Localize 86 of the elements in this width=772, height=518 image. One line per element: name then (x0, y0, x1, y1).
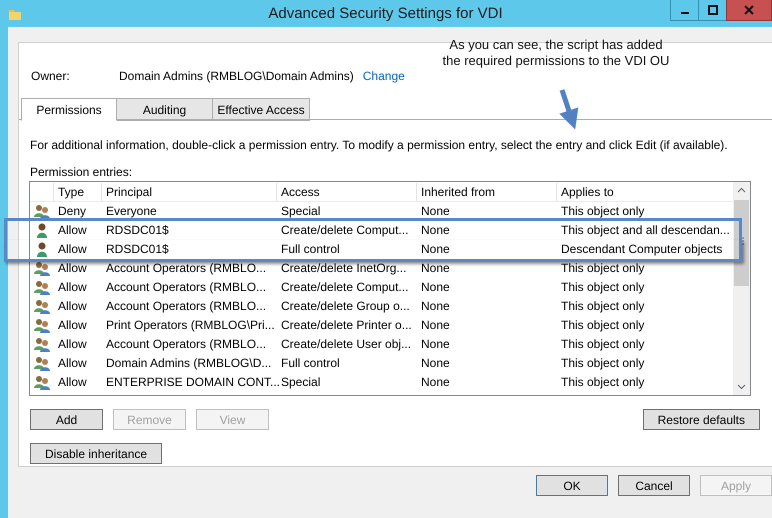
table-cell-text: None (420, 260, 451, 277)
annotation-text: As you can see, the script has added the required permissions to the VDI OU (442, 37, 670, 69)
table-cell-text: None (420, 241, 451, 258)
info-text: For additional information, double-click a permission entry. To modify a permission entry, select the entry and click Edit (if available). (30, 138, 729, 152)
table-cell-text: This object only (560, 336, 646, 353)
table-cell-text: Create/delete Comput... (280, 222, 410, 239)
table-cell-text: Allow (57, 241, 88, 258)
table-cell-text: Everyone (105, 203, 158, 220)
entries-label: Permission entries: (30, 165, 134, 181)
group-icon (34, 299, 50, 314)
table-cell-text: RDSDC01$ (105, 222, 170, 239)
table-cell-text: Account Operators (RMBLO... (105, 298, 268, 315)
table-cell-text: None (420, 336, 451, 353)
dialog-button[interactable]: OK (536, 475, 608, 496)
table-cell-text: This object only (560, 374, 646, 391)
column-header[interactable]: Access (277, 182, 417, 200)
table-cell-text: Create/delete Group o... (280, 298, 411, 315)
table-cell-text: None (420, 279, 451, 296)
table-cell-text: ENTERPRISE DOMAIN CONT... (105, 374, 277, 391)
table-cell-text: Full control (280, 241, 341, 258)
user-icon (34, 242, 50, 257)
table-cell-text: This object only (560, 203, 646, 220)
table-cell-text: This object only (560, 298, 646, 315)
table-cell-text: This object only (560, 317, 646, 334)
minimize-icon (680, 12, 688, 14)
window-title: Advanced Security Settings for VDI (267, 5, 504, 22)
table-cell-text: RDSDC01$ (105, 241, 170, 258)
group-icon (34, 337, 50, 352)
table-cell-text: Descendant Computer objects (560, 241, 724, 258)
group-icon (34, 204, 50, 219)
table-cell-text: This object only (560, 279, 646, 296)
table-cell-text: Deny (57, 203, 88, 220)
table-cell-text: None (420, 222, 451, 239)
column-header[interactable]: Principal (102, 182, 277, 200)
table-cell-text: Create/delete User obj... (280, 336, 412, 353)
table-cell-text: Account Operators (RMBLO... (105, 279, 268, 296)
dialog-button[interactable]: Cancel (618, 475, 690, 496)
table-cell-text: This object only (560, 355, 646, 372)
table-cell-text: Account Operators (RMBLO... (105, 260, 268, 277)
table-cell-text: Allow (57, 298, 88, 315)
restore-defaults-button[interactable]: Restore defaults (642, 409, 760, 430)
user-icon (34, 223, 50, 238)
maximize-icon (708, 5, 718, 15)
group-icon (34, 261, 50, 276)
column-header[interactable]: Applies to (557, 182, 732, 200)
minimize-button[interactable] (670, 0, 699, 21)
table-cell-text: Allow (57, 260, 88, 277)
table-cell-text: None (420, 317, 451, 334)
column-header[interactable]: Type (54, 182, 102, 200)
group-icon (34, 280, 50, 295)
table-cell-text: Allow (57, 279, 88, 296)
disable-inheritance-button[interactable]: Disable inheritance (30, 443, 162, 464)
table-cell-text: Special (280, 374, 322, 391)
entry-button[interactable]: Add (30, 409, 103, 430)
table-cell-text: This object and all descendan... (560, 222, 731, 239)
tab[interactable]: Effective Access (212, 98, 310, 121)
table-cell-text: None (420, 203, 451, 220)
owner-label: Owner: (31, 69, 71, 83)
column-header[interactable]: Inherited from (417, 182, 557, 200)
close-button[interactable] (726, 0, 772, 21)
table-cell-text: Create/delete InetOrg... (280, 260, 408, 277)
group-icon (34, 356, 50, 371)
table-cell-text: Create/delete Printer o... (280, 317, 413, 334)
tab[interactable]: Permissions (21, 98, 117, 121)
table-cell-text: Allow (57, 317, 88, 334)
table-cell-text: Allow (57, 336, 88, 353)
tab[interactable]: Auditing (116, 98, 213, 121)
table-cell-text: Create/delete Comput... (280, 279, 410, 296)
table-cell-text: Print Operators (RMBLOG\Pri... (105, 317, 276, 334)
group-icon (34, 318, 50, 333)
owner-value: Domain Admins (RMBLOG\Domain Admins) (119, 69, 354, 83)
group-icon (34, 375, 50, 390)
annotation-arrow (559, 89, 578, 130)
table-cell-text: None (420, 298, 451, 315)
table-cell-text: Allow (57, 355, 88, 372)
table-cell-text: None (420, 355, 451, 372)
table-cell-text: Special (280, 203, 322, 220)
table-cell-text: Full control (280, 355, 341, 372)
table-cell-text: None (420, 374, 451, 391)
table-cell-text: Allow (57, 374, 88, 391)
table-cell-text: Account Operators (RMBLO... (105, 336, 268, 353)
table-cell-text: Domain Admins (RMBLOG\D... (105, 355, 272, 372)
table-cell-text: Allow (57, 222, 88, 239)
table-cell-text: This object only (560, 260, 646, 277)
close-icon (744, 5, 754, 15)
change-link[interactable]: Change (362, 69, 405, 83)
